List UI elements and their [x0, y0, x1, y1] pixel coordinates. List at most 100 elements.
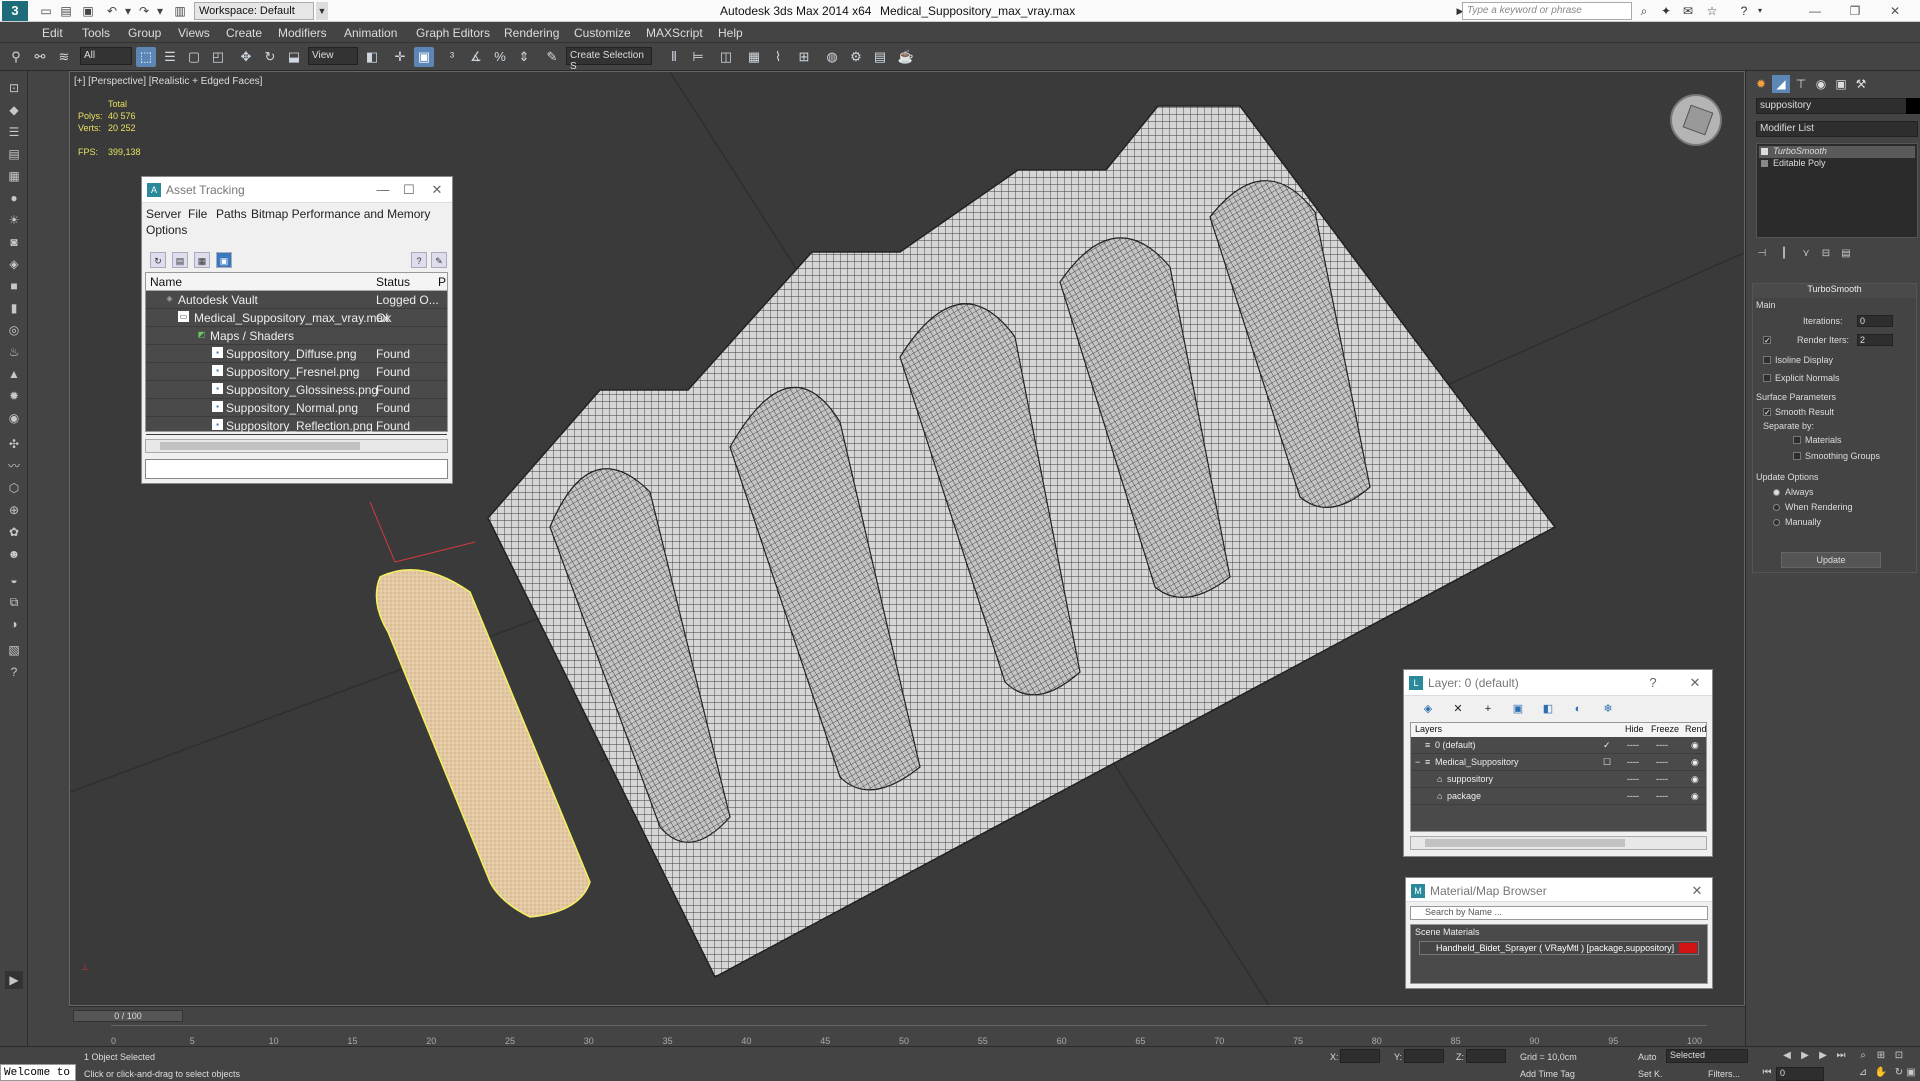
character-tool-icon[interactable]: ☻ — [5, 545, 23, 563]
asset-row-maxfile[interactable]: ▭ Medical_Suppository_max_vray.max Ok — [146, 309, 447, 327]
track-bar[interactable]: 0 5 10 15 20 25 30 35 40 45 50 55 60 65 70 75 80 85 90 95 10… — [111, 1025, 1707, 1046]
asset-minimize-button[interactable]: — — [372, 181, 394, 199]
zoom-all-icon[interactable]: ⊞ — [1874, 1049, 1888, 1063]
previous-frame-icon[interactable]: ◀ — [1780, 1049, 1794, 1063]
select-object-icon[interactable]: ⬚ — [136, 47, 156, 67]
compound-tool-icon[interactable]: ⬡ — [5, 479, 23, 497]
edit-named-selection-icon[interactable]: ✎ — [542, 47, 562, 67]
show-end-result-icon[interactable]: ┃ — [1776, 247, 1792, 261]
undo-icon[interactable]: ↶ — [104, 3, 120, 19]
reference-coordinate-dropdown[interactable]: View — [308, 47, 358, 65]
display-tab-icon[interactable]: ▣ — [1832, 75, 1850, 93]
smoothing-groups-checkbox[interactable] — [1793, 452, 1801, 460]
track-view-icon[interactable]: ▦ — [5, 167, 23, 185]
asset-menu-bitmap-performance[interactable]: Bitmap Performance and Memory — [251, 207, 430, 221]
align-icon[interactable]: ⊨ — [688, 47, 708, 67]
render-iters-spinner[interactable]: 2 — [1857, 334, 1893, 346]
maximize-viewport-icon[interactable]: ▣ — [1904, 1066, 1918, 1080]
layer-hide-toggle[interactable]: ---- — [1627, 791, 1639, 801]
asset-menu-options[interactable]: Options — [146, 223, 187, 237]
asset-refresh-icon[interactable]: ↻ — [150, 252, 166, 268]
menu-group[interactable]: Group — [128, 26, 161, 40]
teapot-tool-icon[interactable]: ♨ — [5, 343, 23, 361]
smooth-result-checkbox[interactable]: ✓ — [1763, 408, 1771, 417]
asset-close-button[interactable]: ✕ — [426, 181, 448, 199]
material-sphere-icon[interactable]: ◒ — [5, 571, 23, 589]
helpers-tool-icon[interactable]: ◈ — [5, 255, 23, 273]
layer-render-icon[interactable]: ◉ — [1691, 757, 1699, 768]
layer-render-icon[interactable]: ◉ — [1691, 740, 1699, 751]
object-color-swatch[interactable] — [1906, 98, 1920, 114]
isoline-display-checkbox[interactable] — [1763, 356, 1771, 364]
current-layer-box-icon[interactable]: ☐ — [1603, 757, 1611, 768]
when-rendering-radio[interactable] — [1773, 504, 1780, 511]
menu-views[interactable]: Views — [178, 26, 210, 40]
set-key-button[interactable]: Set K. — [1638, 1069, 1663, 1079]
explicit-normals-checkbox[interactable] — [1763, 374, 1771, 382]
asset-scrollbar-thumb[interactable] — [160, 442, 360, 450]
stack-item-turbosmooth[interactable]: TurboSmooth — [1759, 146, 1915, 158]
delete-layer-icon[interactable]: ✕ — [1450, 701, 1466, 717]
go-to-start-icon[interactable]: ⏮ — [1760, 1066, 1774, 1080]
asset-help-icon[interactable]: ? — [411, 252, 427, 268]
app-logo-icon[interactable]: 3 — [2, 1, 28, 21]
workspace-dropdown[interactable]: Workspace: Default — [194, 2, 314, 20]
asset-col-p[interactable]: P — [438, 275, 446, 289]
rectangular-selection-icon[interactable]: ▢ — [184, 47, 204, 67]
subscription-icon[interactable]: ✦ — [1658, 3, 1674, 19]
foliage-tool-icon[interactable]: ✿ — [5, 523, 23, 541]
layer-col-render[interactable]: Rend — [1685, 724, 1707, 734]
stack-item-editable-poly[interactable]: Editable Poly — [1759, 158, 1915, 170]
select-and-scale-icon[interactable]: ⬓ — [284, 47, 304, 67]
layer-col-freeze[interactable]: Freeze — [1651, 724, 1679, 734]
undo-dropdown-icon[interactable]: ▾ — [120, 3, 136, 19]
particles-tool-icon[interactable]: ✣ — [5, 435, 23, 453]
schematic-tool-icon[interactable]: ⧉ — [5, 593, 23, 611]
asset-col-status[interactable]: Status — [376, 275, 410, 289]
schematic-view-icon[interactable]: ⊞ — [794, 47, 814, 67]
material-editor-icon[interactable]: ◍ — [822, 47, 842, 67]
iterations-spinner[interactable]: 0 — [1857, 315, 1893, 327]
z-coordinate-field[interactable] — [1466, 1049, 1506, 1063]
geosphere-tool-icon[interactable]: ◉ — [5, 409, 23, 427]
layer-close-button[interactable]: ✕ — [1684, 674, 1706, 692]
layer-hide-toggle[interactable]: ---- — [1627, 740, 1639, 750]
cone-tool-icon[interactable]: ▲ — [5, 365, 23, 383]
world-tool-icon[interactable]: ⊕ — [5, 501, 23, 519]
search-input[interactable]: Type a keyword or phrase — [1462, 2, 1632, 20]
layer-row[interactable]: − ≡ Medical_Suppository ☐ ---- ---- ◉ — [1411, 754, 1706, 771]
modifier-on-icon[interactable] — [1761, 148, 1768, 155]
layer-col-layers[interactable]: Layers — [1415, 724, 1442, 734]
layer-hide-toggle[interactable]: ---- — [1627, 757, 1639, 767]
layer-titlebar[interactable]: L Layer: 0 (default) ? ✕ — [1404, 670, 1712, 696]
key-filter-dropdown[interactable]: Selected — [1666, 1049, 1748, 1063]
add-to-layer-icon[interactable]: + — [1480, 701, 1496, 717]
zoom-extents-icon[interactable]: ⊡ — [1892, 1049, 1906, 1063]
asset-table-icon[interactable]: ▦ — [194, 252, 210, 268]
make-unique-icon[interactable]: ⋎ — [1798, 247, 1814, 261]
layer-render-icon[interactable]: ◉ — [1691, 774, 1699, 785]
asset-grid-icon[interactable]: ▣ — [216, 252, 232, 268]
material-browser-titlebar[interactable]: M Material/Map Browser ✕ — [1406, 878, 1712, 902]
hierarchy-tab-icon[interactable]: ⊤ — [1792, 75, 1810, 93]
go-to-end-icon[interactable]: ⏭ — [1834, 1049, 1848, 1063]
render-tool-icon[interactable]: ◑ — [5, 615, 23, 633]
asset-menu-file[interactable]: File — [188, 207, 207, 221]
layer-help-button[interactable]: ? — [1642, 674, 1664, 692]
sphere-tool-icon[interactable]: ● — [5, 189, 23, 207]
menu-maxscript[interactable]: MAXScript — [646, 26, 703, 40]
add-time-tag[interactable]: Add Time Tag — [1520, 1069, 1575, 1079]
asset-col-name[interactable]: Name — [150, 275, 182, 289]
torus-tool-icon[interactable]: ◎ — [5, 321, 23, 339]
render-production-icon[interactable]: ☕ — [896, 47, 916, 67]
asset-settings-icon[interactable]: ✎ — [431, 252, 447, 268]
unlink-icon[interactable]: ⚯ — [30, 47, 50, 67]
redo-icon[interactable]: ↷ — [136, 3, 152, 19]
shapes-tool-icon[interactable]: 〰 — [5, 457, 23, 475]
bind-space-warp-icon[interactable]: ≋ — [54, 47, 74, 67]
scene-materials-group[interactable]: Scene Materials — [1415, 927, 1480, 937]
layer-explorer-icon[interactable]: ◫ — [716, 47, 736, 67]
y-coordinate-field[interactable] — [1404, 1049, 1444, 1063]
box-tool-icon[interactable]: ■ — [5, 277, 23, 295]
material-item[interactable]: Handheld_Bidet_Sprayer ( VRayMtl ) [pack… — [1419, 941, 1699, 955]
